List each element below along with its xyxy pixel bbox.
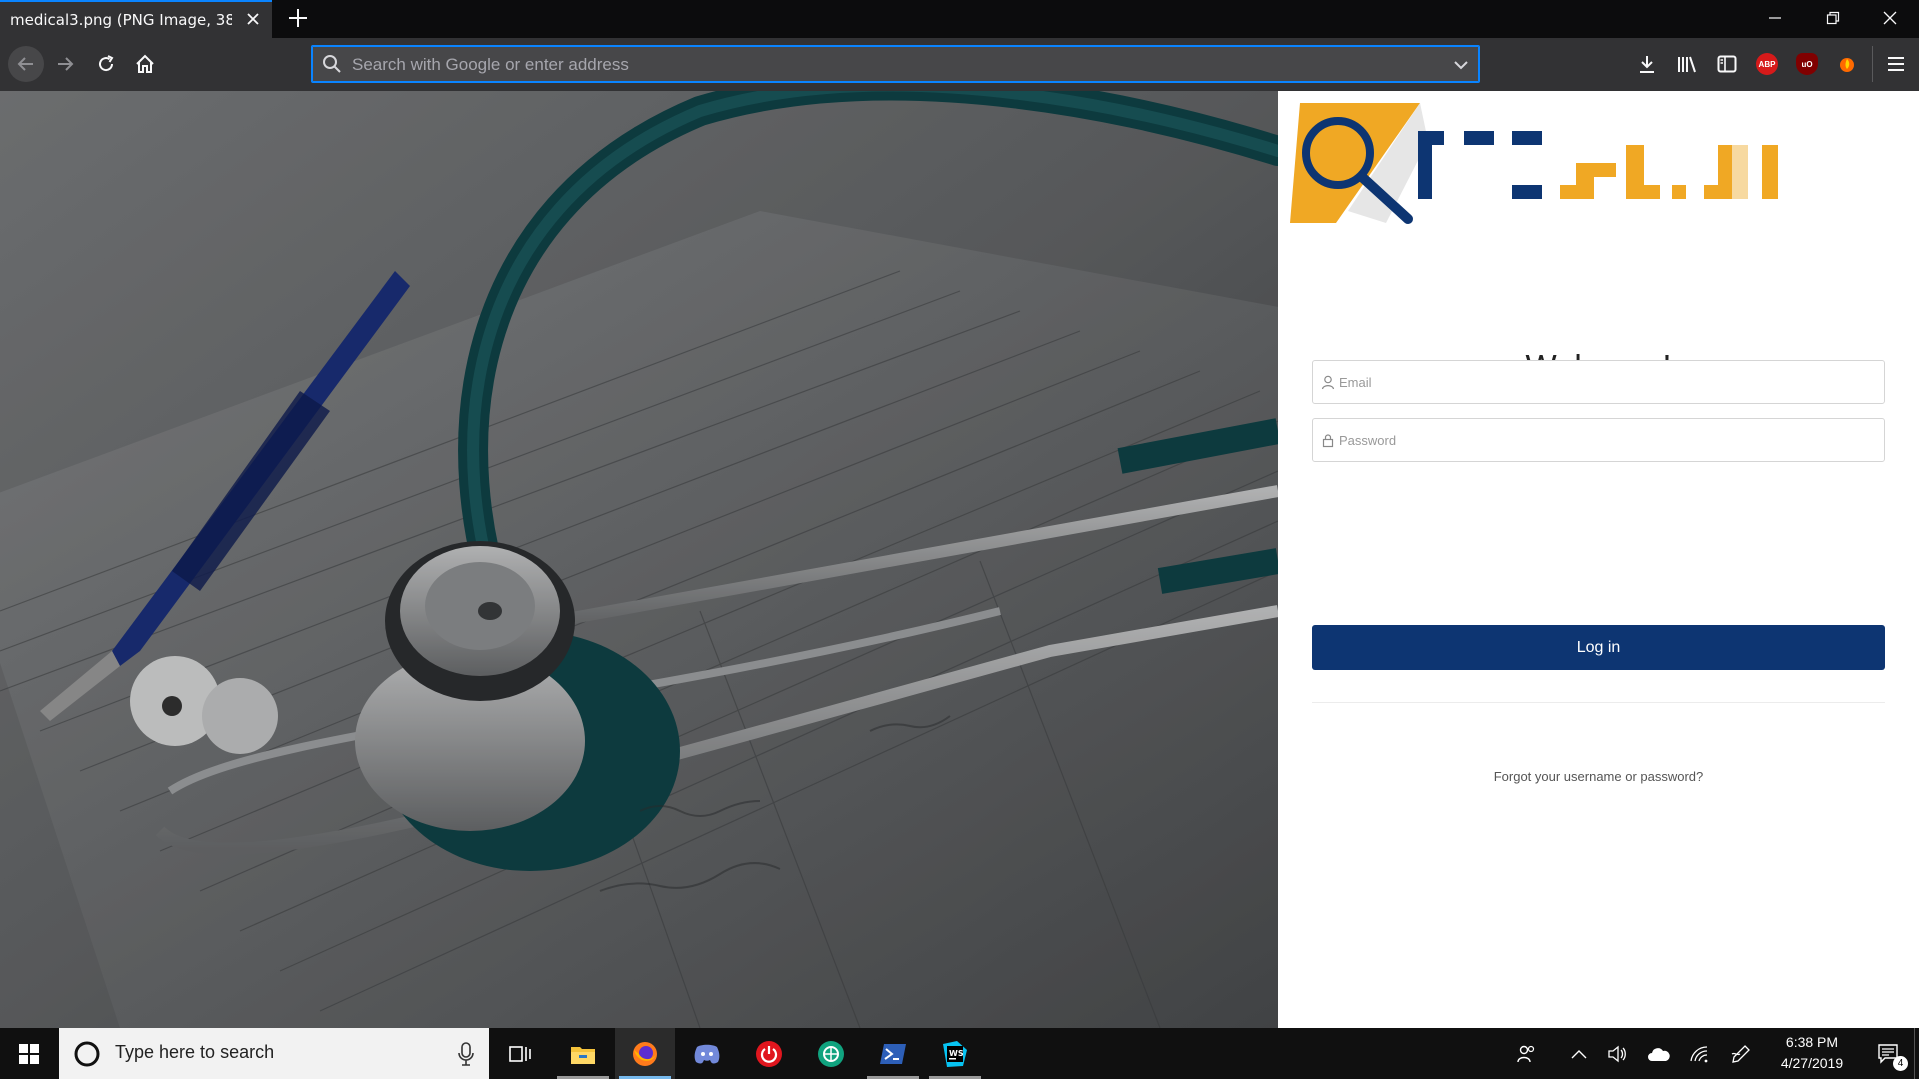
- restore-icon: [1826, 11, 1840, 25]
- url-input[interactable]: [352, 53, 1432, 77]
- browser-tab[interactable]: medical3.png (PNG Image, 3837 ×: [0, 0, 272, 38]
- web-page: Welcome! Log in Forgot your username or …: [0, 91, 1919, 1028]
- firefox-icon: [633, 1041, 657, 1066]
- company-logo: [1290, 103, 1778, 224]
- user-icon: [1321, 375, 1335, 390]
- taskbar-app-powershell[interactable]: [863, 1028, 923, 1079]
- back-arrow-icon: [17, 57, 33, 71]
- tab-bar: medical3.png (PNG Image, 3837 ×: [0, 0, 1919, 38]
- login-panel: Welcome! Log in Forgot your username or …: [1278, 91, 1919, 1028]
- ublock-origin-button[interactable]: uO: [1793, 50, 1821, 78]
- reload-icon: [99, 55, 114, 72]
- reload-button[interactable]: [92, 50, 120, 78]
- taskbar-app-webstorm[interactable]: WS: [925, 1028, 985, 1079]
- navigation-bar: ABP uO: [0, 38, 1919, 91]
- password-field[interactable]: [1312, 418, 1885, 462]
- powershell-icon: [880, 1043, 906, 1064]
- forgot-credentials-link[interactable]: Forgot your username or password?: [1278, 769, 1919, 784]
- wifi-icon: [1690, 1045, 1708, 1062]
- close-icon: [1883, 11, 1897, 25]
- chevron-up-icon: [1571, 1049, 1587, 1058]
- taskbar-app-discord[interactable]: [677, 1028, 737, 1079]
- sidebar-icon: [1717, 55, 1737, 73]
- ublock-origin-icon: uO: [1796, 53, 1818, 75]
- close-tab-icon[interactable]: [244, 10, 262, 28]
- adblock-plus-button[interactable]: ABP: [1753, 50, 1781, 78]
- taskbar-search-box[interactable]: Type here to search: [59, 1028, 489, 1079]
- back-button[interactable]: [8, 46, 44, 82]
- taskbar-app-power[interactable]: [739, 1028, 799, 1079]
- lock-icon: [1322, 434, 1334, 448]
- windows-taskbar: Type here to search WS 6:38 PM 4/27/2019…: [0, 1028, 1919, 1079]
- microphone-icon[interactable]: [457, 1041, 475, 1067]
- volume-button[interactable]: [1600, 1028, 1634, 1079]
- email-input[interactable]: [1339, 371, 1869, 393]
- onedrive-cloud-icon: [1648, 1047, 1670, 1061]
- discord-icon: [694, 1044, 720, 1063]
- people-button[interactable]: [1510, 1028, 1544, 1079]
- divider: [1312, 702, 1885, 703]
- minimize-window-button[interactable]: [1746, 0, 1804, 36]
- tab-title: medical3.png (PNG Image, 3837 ×: [10, 11, 232, 29]
- library-icon: [1678, 56, 1696, 73]
- network-button[interactable]: [1682, 1028, 1716, 1079]
- windows-logo-icon: [19, 1043, 39, 1064]
- taskbar-app-firefox[interactable]: [615, 1028, 675, 1079]
- close-window-button[interactable]: [1861, 0, 1919, 36]
- chevron-down-icon[interactable]: [1453, 57, 1469, 73]
- show-desktop-button[interactable]: [1914, 1028, 1919, 1079]
- minimize-icon: [1769, 17, 1781, 19]
- sidebar-button[interactable]: [1713, 50, 1741, 78]
- notification-count-badge: 4: [1893, 1056, 1908, 1071]
- email-field[interactable]: [1312, 360, 1885, 404]
- taskbar-search-placeholder: Type here to search: [115, 1042, 275, 1062]
- task-view-icon: [509, 1045, 531, 1062]
- taskbar-app-green[interactable]: [801, 1028, 861, 1079]
- library-button[interactable]: [1673, 50, 1701, 78]
- volume-icon: [1608, 1045, 1626, 1062]
- downloads-button[interactable]: [1633, 50, 1661, 78]
- home-icon: [136, 54, 154, 73]
- file-explorer-icon: [571, 1046, 595, 1064]
- password-input[interactable]: [1339, 429, 1869, 451]
- toolbar-separator: [1872, 46, 1873, 82]
- taskbar-app-file-explorer[interactable]: [553, 1028, 613, 1079]
- menu-icon: [1888, 57, 1904, 71]
- home-button[interactable]: [131, 50, 159, 78]
- forward-button[interactable]: [51, 50, 79, 78]
- webstorm-icon: WS: [943, 1040, 967, 1067]
- address-bar[interactable]: [311, 45, 1480, 83]
- background-photo: [0, 91, 1278, 1028]
- restore-window-button[interactable]: [1804, 0, 1862, 36]
- people-icon: [1517, 1045, 1535, 1062]
- system-clock[interactable]: 6:38 PM 4/27/2019: [1762, 1032, 1862, 1074]
- svg-text:WS: WS: [949, 1049, 964, 1058]
- login-button[interactable]: Log in: [1312, 625, 1885, 670]
- clock-time: 6:38 PM: [1785, 1034, 1839, 1050]
- chatgpt-like-icon: [818, 1040, 844, 1067]
- download-icon: [1640, 56, 1654, 73]
- power-app-icon: [756, 1040, 782, 1067]
- forward-arrow-icon: [58, 57, 74, 71]
- action-center-button[interactable]: 4: [1866, 1028, 1912, 1079]
- onedrive-button[interactable]: [1642, 1028, 1676, 1079]
- stethoscope-illustration: [0, 91, 1278, 1028]
- task-view-button[interactable]: [490, 1028, 550, 1079]
- new-tab-icon[interactable]: [287, 7, 309, 29]
- extension-button[interactable]: [1833, 50, 1861, 78]
- search-icon: [323, 55, 341, 73]
- clock-date: 4/27/2019: [1780, 1055, 1844, 1071]
- pen-icon: [1731, 1044, 1750, 1063]
- pen-workspace-button[interactable]: [1724, 1028, 1758, 1079]
- firefox-monitor-icon: [1840, 58, 1854, 72]
- cortana-icon: [74, 1041, 100, 1067]
- start-button[interactable]: [0, 1028, 58, 1079]
- menu-button[interactable]: [1882, 50, 1910, 78]
- show-hidden-icons-button[interactable]: [1562, 1028, 1596, 1079]
- adblock-plus-icon: ABP: [1756, 53, 1778, 75]
